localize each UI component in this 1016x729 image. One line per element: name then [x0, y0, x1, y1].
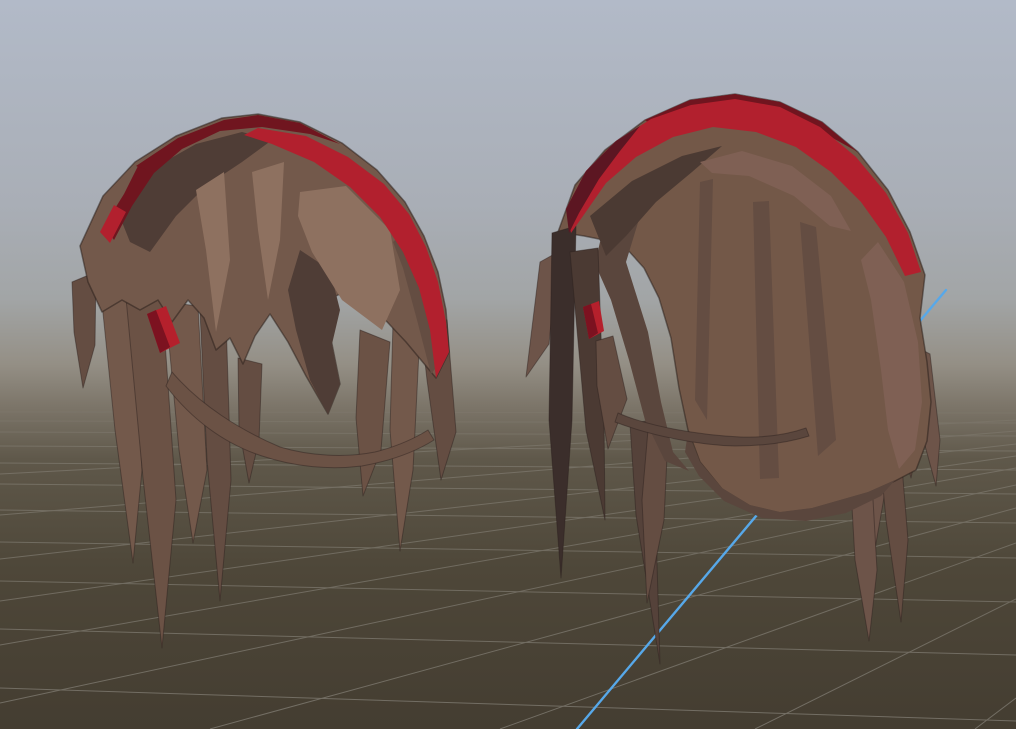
- scene-viewport[interactable]: [0, 0, 1016, 729]
- viewport-canvas[interactable]: [0, 0, 1016, 729]
